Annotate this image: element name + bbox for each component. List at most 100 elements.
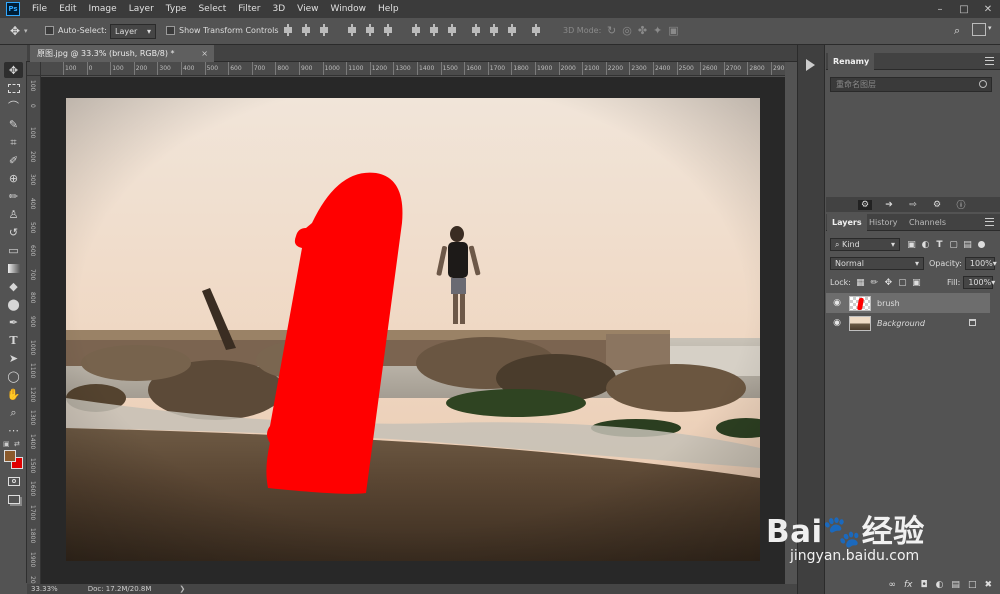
align-hcenter-icon[interactable] bbox=[364, 23, 376, 37]
quick-select-icon[interactable]: ✎ bbox=[4, 116, 23, 132]
crop-icon[interactable]: ⌗ bbox=[4, 134, 23, 150]
distribute-left-icon[interactable] bbox=[470, 23, 482, 37]
menu-select[interactable]: Select bbox=[192, 0, 232, 18]
marquee-icon[interactable] bbox=[4, 80, 23, 96]
menu-3d[interactable]: 3D bbox=[267, 0, 292, 18]
renamy-search-input[interactable]: 重命名图层 bbox=[830, 77, 992, 92]
add-mask-icon[interactable]: ◘ bbox=[920, 580, 927, 594]
panel-menu-icon[interactable] bbox=[985, 57, 994, 65]
filter-type-icon[interactable]: T bbox=[934, 239, 945, 250]
gear-icon[interactable]: ⚙ bbox=[930, 200, 944, 210]
filter-shape-icon[interactable]: ▢ bbox=[948, 239, 959, 250]
shape-icon[interactable]: ◯ bbox=[4, 368, 23, 384]
minimize-icon[interactable]: – bbox=[928, 0, 952, 18]
menu-help[interactable]: Help bbox=[372, 0, 405, 18]
link-layers-icon[interactable]: ∞ bbox=[888, 580, 896, 594]
distribute-hcenter-icon[interactable] bbox=[488, 23, 500, 37]
tab-channels[interactable]: Channels bbox=[904, 214, 951, 231]
menu-file[interactable]: File bbox=[26, 0, 53, 18]
auto-select-checkbox[interactable]: Auto-Select: bbox=[45, 26, 107, 35]
canvas-area[interactable] bbox=[41, 77, 785, 584]
menu-image[interactable]: Image bbox=[83, 0, 123, 18]
gradient-icon[interactable] bbox=[4, 260, 23, 276]
slide-3d-icon[interactable]: ✦ bbox=[653, 24, 662, 37]
filter-toggle-icon[interactable] bbox=[978, 241, 985, 248]
eyedropper-icon[interactable]: ✐ bbox=[4, 152, 23, 168]
drag-3d-icon[interactable]: ✤ bbox=[638, 24, 647, 37]
stamp-icon[interactable]: ♙ bbox=[4, 206, 23, 222]
lock-artboard-icon[interactable]: ▢ bbox=[897, 277, 908, 288]
align-right-icon[interactable] bbox=[382, 23, 394, 37]
eraser-icon[interactable]: ▭ bbox=[4, 242, 23, 258]
lock-image-icon[interactable]: ✏ bbox=[869, 277, 880, 288]
filter-adjustment-icon[interactable]: ◐ bbox=[920, 239, 931, 250]
align-bottom-icon[interactable] bbox=[318, 23, 330, 37]
move-tool-icon[interactable]: ✥ bbox=[10, 24, 20, 38]
zoom-level[interactable]: 33.33% bbox=[31, 585, 58, 593]
search-icon[interactable]: ⌕ bbox=[954, 24, 960, 38]
auto-align-icon[interactable] bbox=[530, 23, 542, 37]
align-left-icon[interactable] bbox=[346, 23, 358, 37]
history-brush-icon[interactable]: ↺ bbox=[4, 224, 23, 240]
distribute-vcenter-icon[interactable] bbox=[428, 23, 440, 37]
layer-name[interactable]: Background bbox=[877, 319, 925, 328]
layer-style-icon[interactable]: fx bbox=[904, 580, 913, 594]
scale-3d-icon[interactable]: ▣ bbox=[668, 24, 678, 37]
quick-mask-icon[interactable] bbox=[4, 473, 23, 489]
workspace-icon[interactable] bbox=[972, 23, 986, 36]
lasso-icon[interactable]: ⌒ bbox=[4, 98, 23, 114]
maximize-icon[interactable]: □ bbox=[952, 0, 976, 18]
brush-icon[interactable]: ✏ bbox=[4, 188, 23, 204]
menu-filter[interactable]: Filter bbox=[232, 0, 266, 18]
layer-row-brush[interactable]: ◉ brush bbox=[826, 293, 990, 313]
path-select-icon[interactable]: ➤ bbox=[4, 350, 23, 366]
layer-row-background[interactable]: ◉ Background bbox=[826, 313, 990, 333]
orbit-3d-icon[interactable]: ↻ bbox=[607, 24, 616, 37]
chevron-down-icon[interactable]: ▾ bbox=[988, 24, 992, 32]
chevron-down-icon[interactable]: ▾ bbox=[24, 27, 28, 35]
play-icon[interactable] bbox=[806, 59, 815, 71]
status-menu-arrow-icon[interactable]: ❯ bbox=[179, 585, 185, 593]
close-tab-icon[interactable]: × bbox=[201, 45, 208, 62]
filter-smart-object-icon[interactable]: ▤ bbox=[962, 239, 973, 250]
help-icon[interactable]: ⓘ bbox=[954, 198, 968, 211]
roll-3d-icon[interactable]: ◎ bbox=[622, 24, 632, 37]
default-colors-icon[interactable]: ▣ bbox=[3, 440, 10, 448]
blur-icon[interactable]: ◆ bbox=[4, 278, 23, 294]
dodge-icon[interactable]: ⬤ bbox=[4, 296, 23, 312]
tab-history[interactable]: History bbox=[864, 214, 902, 231]
swap-colors-icon[interactable]: ⇄ bbox=[14, 440, 20, 448]
delete-layer-icon[interactable]: ✖ bbox=[984, 580, 992, 594]
visibility-eye-icon[interactable]: ◉ bbox=[829, 318, 845, 328]
foreground-color-swatch[interactable] bbox=[4, 450, 16, 462]
horizontal-ruler[interactable]: 100 0 100 200 300 400 500 600 700 800 900 1000 1100 1… bbox=[41, 62, 785, 76]
move-icon[interactable]: ✥ bbox=[4, 62, 23, 78]
adjustment-layer-icon[interactable]: ◐ bbox=[936, 580, 944, 594]
tab-renamy[interactable]: Renamy bbox=[828, 53, 875, 70]
visibility-eye-icon[interactable]: ◉ bbox=[829, 298, 845, 308]
menu-layer[interactable]: Layer bbox=[123, 0, 160, 18]
show-transform-checkbox[interactable]: Show Transform Controls bbox=[166, 26, 279, 35]
new-group-icon[interactable]: ▤ bbox=[951, 580, 960, 594]
align-vcenter-icon[interactable] bbox=[300, 23, 312, 37]
distribute-right-icon[interactable] bbox=[506, 23, 518, 37]
menu-type[interactable]: Type bbox=[160, 0, 193, 18]
distribute-top-icon[interactable] bbox=[410, 23, 422, 37]
tab-layers[interactable]: Layers bbox=[827, 214, 867, 231]
menu-edit[interactable]: Edit bbox=[53, 0, 82, 18]
distribute-bottom-icon[interactable] bbox=[446, 23, 458, 37]
new-layer-icon[interactable]: □ bbox=[968, 580, 977, 594]
arrow-right-icon[interactable]: ➔ bbox=[882, 200, 896, 210]
more-icon[interactable]: ⋯ bbox=[4, 422, 23, 438]
auto-select-dropdown[interactable]: Layer ▾ bbox=[110, 24, 156, 39]
vertical-ruler[interactable]: 100 0 100 200 300 400 500 600 700 800 900 1000 1100 1… bbox=[27, 76, 41, 584]
screen-mode-icon[interactable] bbox=[4, 491, 23, 507]
menu-window[interactable]: Window bbox=[325, 0, 373, 18]
align-top-icon[interactable] bbox=[282, 23, 294, 37]
layer-kind-filter[interactable]: ⌕ Kind ▾ bbox=[830, 238, 900, 251]
healing-icon[interactable]: ⊕ bbox=[4, 170, 23, 186]
document-image[interactable] bbox=[66, 98, 760, 561]
lock-transparent-icon[interactable]: ▦ bbox=[855, 277, 866, 288]
opacity-input[interactable]: 100% ▾ bbox=[964, 257, 997, 270]
hand-icon[interactable]: ✋ bbox=[4, 386, 23, 402]
